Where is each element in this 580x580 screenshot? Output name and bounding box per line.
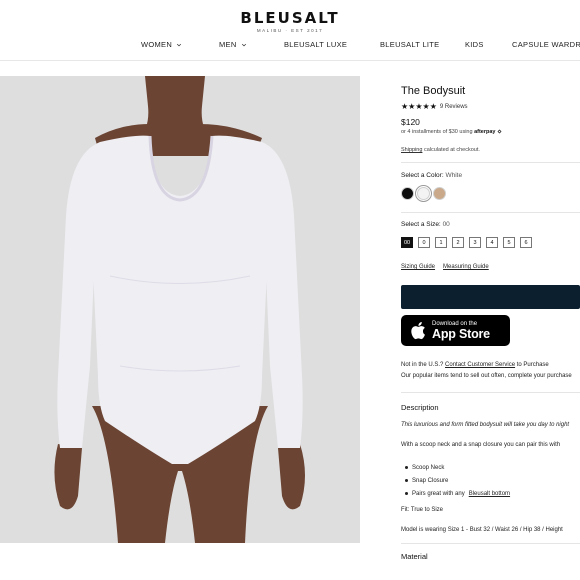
site-logo[interactable]: BLEUSALT MALIBU · EST 2017	[0, 9, 580, 33]
divider	[401, 543, 580, 544]
nav-kids[interactable]: KIDS	[465, 40, 484, 49]
color-swatches	[401, 185, 446, 202]
rating-row[interactable]: ★★★★★ 9 Reviews	[401, 102, 468, 111]
logo-tagline: MALIBU · EST 2017	[256, 28, 324, 33]
nav-bleusalt-lite[interactable]: BLEUSALT LITE	[380, 40, 439, 49]
fit-note: Fit: True to Size	[401, 507, 444, 513]
bullet-icon	[405, 466, 408, 469]
feature-text: Scoop Neck	[412, 464, 445, 471]
size-option[interactable]: 4	[486, 237, 498, 248]
divider	[401, 162, 580, 163]
notice-suffix: to Purchase	[516, 362, 549, 368]
nav-capsule-label: CAPSULE WARDROBE	[512, 40, 580, 49]
nav-men-label: MEN	[219, 40, 237, 49]
afterpay-text: or 4 installments of $30 using	[401, 129, 473, 135]
nav-women[interactable]: WOMEN	[141, 40, 182, 49]
logo-text: BLEUSALT	[240, 9, 340, 27]
review-count[interactable]: 9 Reviews	[440, 104, 468, 110]
color-value: White	[445, 172, 463, 179]
description-pairing: With a scoop neck and a snap closure you…	[401, 442, 561, 448]
size-option[interactable]: 00	[401, 237, 413, 248]
chevron-down-icon	[177, 43, 182, 46]
shipping-link[interactable]: Shipping	[401, 147, 422, 153]
star-rating-icon: ★★★★★	[401, 102, 437, 111]
app-store-badge[interactable]: Download on the App Store	[401, 315, 510, 346]
product-info: The Bodysuit ★★★★★ 9 Reviews $120 or 4 i…	[401, 76, 580, 580]
notice-prefix: Not in the U.S.?	[401, 362, 444, 368]
divider	[401, 392, 580, 393]
feature-list: Scoop Neck Snap Closure Pairs great with…	[405, 461, 510, 500]
nav-women-label: WOMEN	[141, 40, 173, 49]
list-item: Pairs great with any Bleusalt bottom	[405, 487, 510, 500]
product-photo-illustration	[0, 76, 360, 543]
feature-text: Snap Closure	[412, 477, 449, 484]
product-image[interactable]	[0, 76, 360, 543]
international-notice: Not in the U.S.? Contact Customer Servic…	[401, 362, 549, 368]
afterpay-badge-icon	[497, 129, 502, 134]
nav-kids-label: KIDS	[465, 40, 484, 49]
size-option[interactable]: 0	[418, 237, 430, 248]
measuring-guide-link[interactable]: Measuring Guide	[443, 264, 489, 270]
description-heading[interactable]: Description	[401, 403, 439, 412]
add-to-cart-button[interactable]	[401, 285, 580, 309]
app-store-big-text: App Store	[432, 326, 490, 341]
list-item: Snap Closure	[405, 474, 510, 487]
shipping-note: Shipping calculated at checkout.	[401, 147, 480, 153]
nav-men[interactable]: MEN	[219, 40, 247, 49]
size-label: Select a Size: 00	[401, 221, 450, 228]
afterpay-note: or 4 installments of $30 using afterpay	[401, 129, 502, 135]
description-intro: This luxurious and form fitted bodysuit …	[401, 422, 570, 428]
size-option[interactable]: 6	[520, 237, 532, 248]
chevron-down-icon	[241, 43, 246, 46]
sizing-guide-link[interactable]: Sizing Guide	[401, 264, 435, 270]
color-label-text: Select a Color:	[401, 172, 444, 179]
main-nav: WOMEN MEN BLEUSALT LUXE BLEUSALT LITE KI…	[0, 40, 580, 54]
product-price: $120	[401, 117, 420, 127]
sellout-notice: Our popular items tend to sell out often…	[401, 373, 572, 379]
nav-luxe-label: BLEUSALT LUXE	[284, 40, 348, 49]
swatch-tan[interactable]	[433, 187, 446, 200]
nav-capsule-wardrobe[interactable]: CAPSULE WARDROBE	[512, 40, 580, 49]
contact-customer-service-link[interactable]: Contact Customer Service	[445, 362, 515, 368]
bleusalt-bottom-link[interactable]: Bleusalt bottom	[469, 491, 510, 497]
shipping-text: calculated at checkout.	[423, 147, 480, 153]
product-title: The Bodysuit	[401, 85, 466, 97]
nav-lite-label: BLEUSALT LITE	[380, 40, 440, 49]
size-option[interactable]: 1	[435, 237, 447, 248]
nav-bleusalt-luxe[interactable]: BLEUSALT LUXE	[284, 40, 347, 49]
size-options: 00 0 1 2 3 4 5 6	[401, 237, 532, 248]
material-heading[interactable]: Material	[401, 552, 428, 561]
header-divider	[0, 60, 580, 61]
bullet-icon	[405, 492, 408, 495]
list-item: Scoop Neck	[405, 461, 510, 474]
size-label-text: Select a Size:	[401, 221, 441, 228]
model-measurements: Model is wearing Size 1 - Bust 32 / Wais…	[401, 527, 563, 533]
feature-text: Pairs great with any	[412, 490, 465, 497]
size-value: 00	[442, 221, 450, 228]
swatch-black[interactable]	[401, 187, 414, 200]
swatch-white[interactable]	[415, 185, 432, 202]
apple-icon	[411, 322, 426, 340]
size-option[interactable]: 2	[452, 237, 464, 248]
size-option[interactable]: 3	[469, 237, 481, 248]
afterpay-logo[interactable]: afterpay	[474, 129, 495, 135]
divider	[401, 212, 580, 213]
color-label: Select a Color: White	[401, 172, 462, 179]
size-option[interactable]: 5	[503, 237, 515, 248]
bullet-icon	[405, 479, 408, 482]
guide-links: Sizing Guide Measuring Guide	[401, 264, 489, 270]
